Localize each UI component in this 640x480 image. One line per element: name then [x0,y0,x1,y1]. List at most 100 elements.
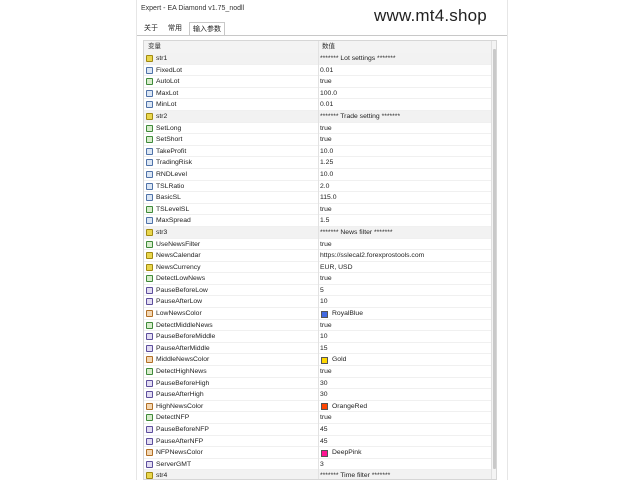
row-variable-name: MinLot [156,101,177,109]
bool-icon [146,124,153,132]
row-value[interactable]: 10.0 [320,169,333,181]
color-icon [146,310,153,318]
row-value[interactable]: 30 [320,378,328,390]
row-variable-name: str3 [156,228,168,236]
row-variable-name: PauseBeforeMiddle [156,333,216,341]
color-icon [146,356,153,364]
row-value[interactable]: true [320,366,332,378]
watermark-text: www.mt4.shop [374,6,487,25]
row-variable-name: LowNewsColor [156,310,202,318]
string-icon [146,55,153,62]
row-value[interactable]: Gold [332,354,346,366]
row-variable-name: MiddleNewsColor [156,356,210,364]
color-swatch[interactable] [321,310,328,318]
double-icon [146,182,153,190]
color-swatch[interactable] [321,403,328,411]
row-variable-name: str1 [156,55,168,62]
int-icon [146,437,153,445]
row-variable-name: PauseAfterNFP [156,437,204,445]
row-value[interactable]: true [320,412,332,424]
row-variable-name: FixedLot [156,66,183,74]
row-value[interactable]: true [320,320,332,332]
double-icon [146,89,153,97]
row-variable-name: str2 [156,112,168,120]
row-value[interactable]: RoyalBlue [332,308,363,320]
row-value[interactable]: 0.01 [320,99,333,111]
column-separator [318,41,319,479]
row-value[interactable]: EUR, USD [320,262,352,274]
color-swatch[interactable] [321,356,328,364]
bool-icon [146,275,153,283]
row-variable-name: SetShort [156,136,183,144]
row-variable-name: BasicSL [156,194,181,202]
string-icon [146,472,153,479]
double-icon [146,170,153,178]
row-variable-name: HighNewsColor [156,402,204,410]
row-variable-name: PauseAfterLow [156,298,203,306]
string-icon [146,252,153,260]
row-value[interactable]: 5 [320,285,324,297]
row-value[interactable]: 10.0 [320,146,333,158]
row-value[interactable]: 10 [320,331,328,343]
bool-icon [146,240,153,248]
row-value[interactable]: DeepPink [332,447,361,459]
row-value[interactable]: 100.0 [320,88,337,100]
row-value[interactable]: 115.0 [320,192,337,204]
double-icon [146,194,153,202]
row-value[interactable]: ******* Lot settings ******* [320,53,396,65]
scrollbar-thumb[interactable] [493,49,496,469]
tab-common[interactable]: 常用 [165,22,185,35]
string-icon [146,228,153,236]
row-value[interactable]: 15 [320,343,328,355]
row-variable-name: PauseAfterMiddle [156,344,210,352]
row-value[interactable]: 45 [320,424,328,436]
row-variable-name: PauseAfterHigh [156,391,204,399]
row-variable-name: RNDLevel [156,170,187,178]
row-variable-name: PauseBeforeNFP [156,426,209,433]
int-icon [146,426,153,433]
row-value[interactable]: ******* Trade setting ******* [320,111,400,123]
row-variable-name: MaxLot [156,89,179,97]
row-value[interactable]: 2.0 [320,181,329,193]
tab-inputs[interactable]: 输入参数 [189,22,225,35]
row-value[interactable]: true [320,273,332,285]
row-variable-name: DetectHighNews [156,368,207,376]
row-variable-name: TradingRisk [156,159,193,167]
string-icon [146,112,153,120]
tab-divider [137,35,507,36]
inputs-grid: 变量 数值 str1 ******* Lot settings ******* Fi… [143,40,497,480]
row-variable-name: NewsCurrency [156,263,201,271]
row-variable-name: TakeProfit [156,147,187,155]
row-value[interactable]: OrangeRed [332,401,367,413]
row-value[interactable]: https://sslecal2.forexprostools.com [320,250,424,262]
double-icon [146,147,153,155]
int-icon [146,391,153,399]
row-value[interactable]: 30 [320,389,328,401]
int-icon [146,344,153,352]
tab-about[interactable]: 关于 [141,22,161,35]
row-value[interactable]: 1.25 [320,157,333,169]
row-value[interactable]: 10 [320,296,328,308]
row-value[interactable]: 1.5 [320,215,329,227]
column-header-variable[interactable]: 变量 [148,41,161,53]
row-variable-name: UseNewsFilter [156,240,201,248]
double-icon [146,159,153,167]
row-value[interactable]: true [320,134,332,146]
row-value[interactable]: true [320,123,332,135]
row-value[interactable]: true [320,76,332,88]
row-value[interactable]: 0.01 [320,65,333,77]
double-icon [146,217,153,225]
row-value[interactable]: true [320,239,332,251]
color-icon [146,449,153,457]
bool-icon [146,368,153,376]
row-value[interactable]: 3 [320,459,324,471]
vertical-scrollbar[interactable] [491,41,496,479]
color-swatch[interactable] [321,449,328,457]
row-value[interactable]: ******* News filter ******* [320,227,393,239]
row-variable-name: TSLevelSL [156,205,190,213]
row-value[interactable]: 45 [320,436,328,448]
color-icon [146,402,153,410]
row-value[interactable]: true [320,204,332,216]
column-header-value[interactable]: 数值 [322,41,335,53]
row-value[interactable]: ******* Time filter ******* [320,470,390,479]
